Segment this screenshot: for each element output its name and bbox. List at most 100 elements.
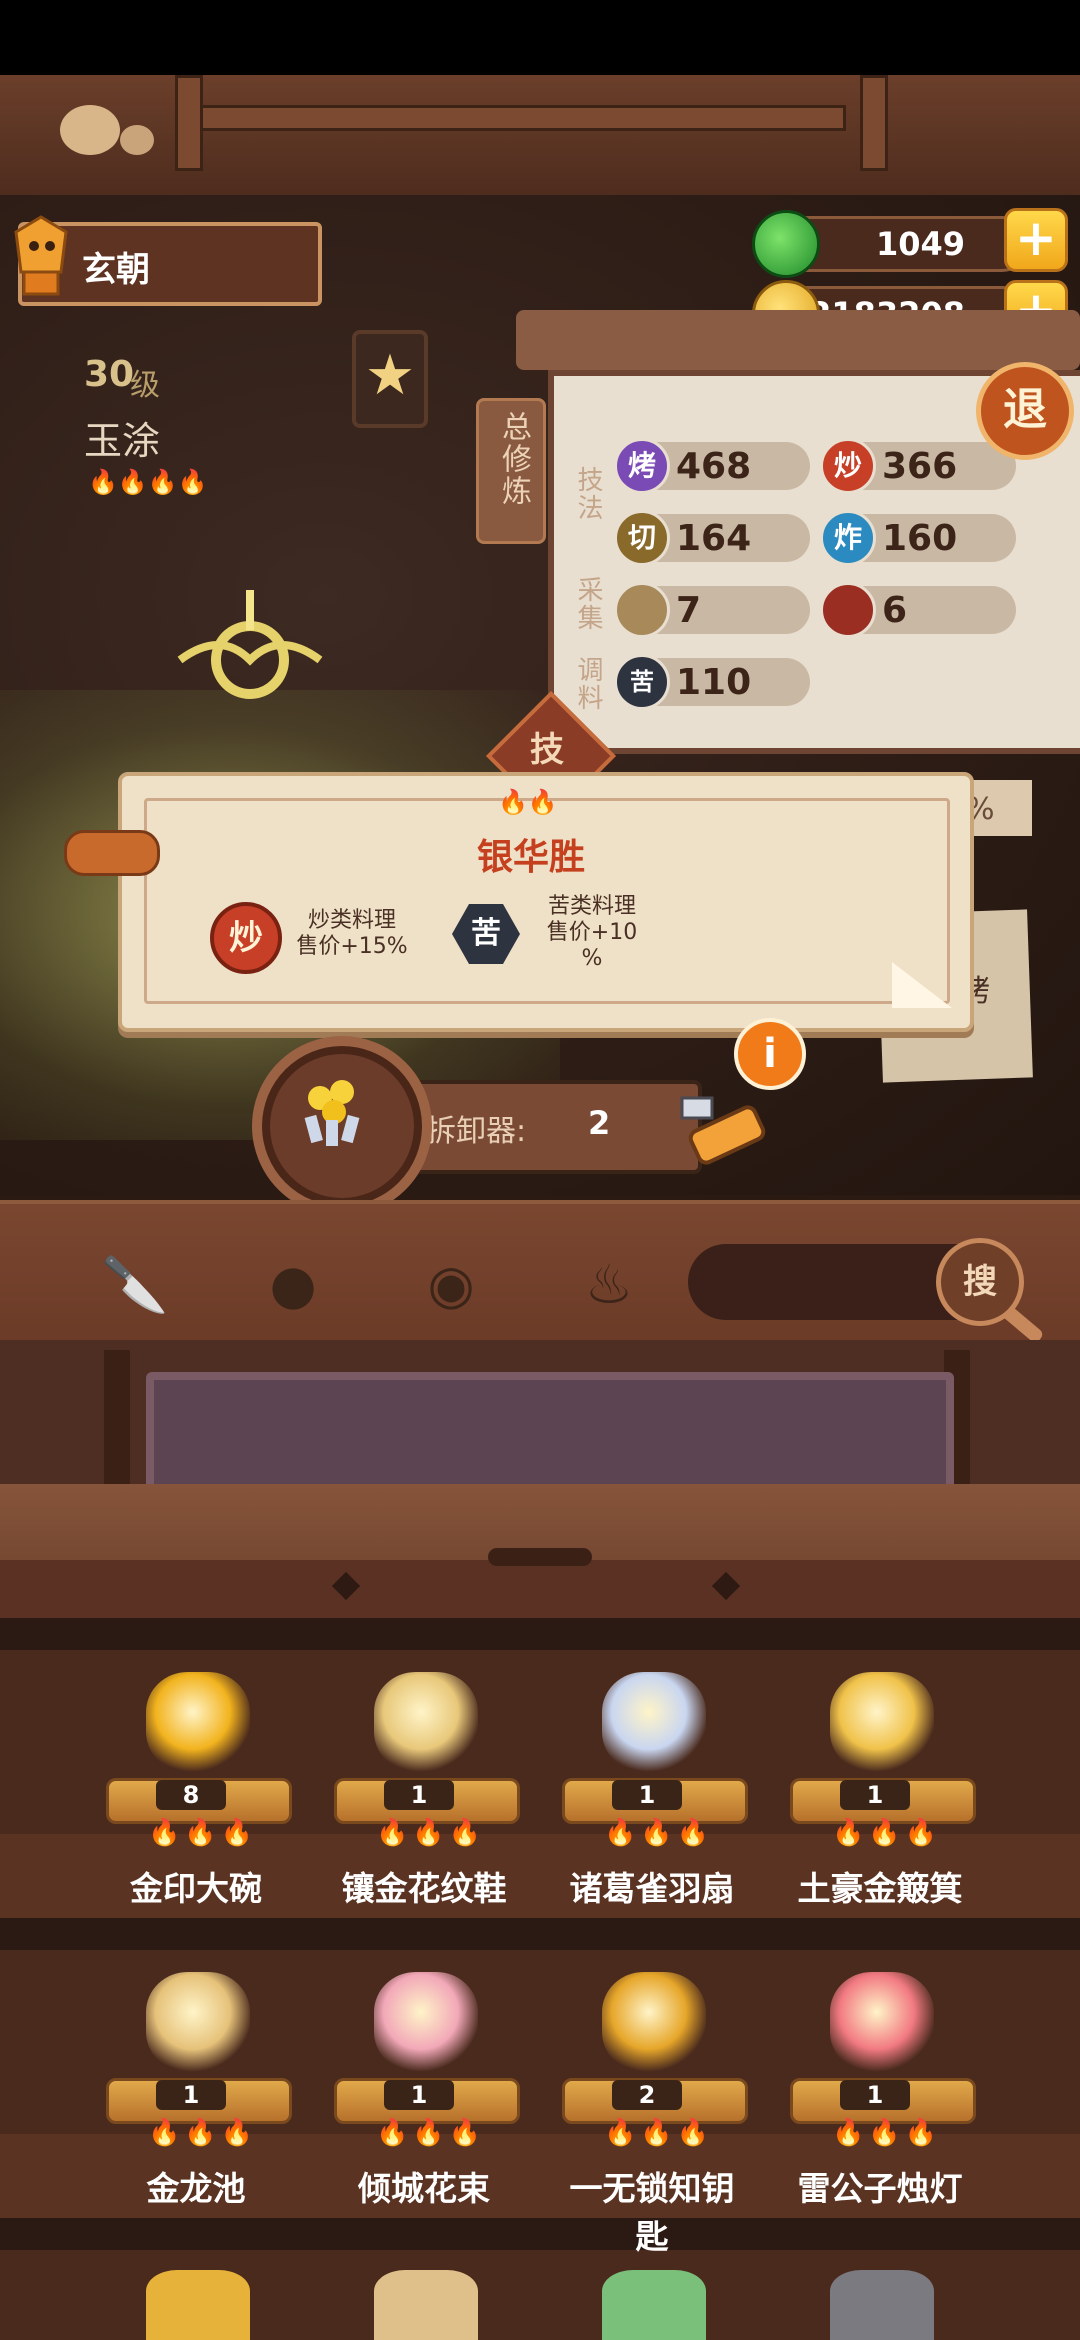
- stat-pill: 切 164: [614, 510, 810, 566]
- inventory-item[interactable]: 1 🔥🔥🔥 倾城花束: [326, 1972, 522, 2242]
- stat-pill: 6: [820, 582, 1016, 638]
- item-count: 1: [612, 1780, 682, 1810]
- stat-value: 160: [882, 518, 958, 559]
- add-jade-button[interactable]: +: [1004, 208, 1068, 272]
- item-flames: 🔥🔥🔥: [832, 1818, 942, 1848]
- remover-label: 拆卸器:: [426, 1114, 527, 1149]
- inventory-item[interactable]: 1 🔥🔥🔥 金龙池: [98, 1972, 294, 2242]
- status-bar: [0, 0, 1080, 75]
- player-name: 玄朝: [82, 250, 150, 290]
- knife-icon[interactable]: 🔪: [100, 1250, 170, 1320]
- item-name: 倾城花束: [358, 2169, 490, 2208]
- dumpling-icon[interactable]: ●: [258, 1250, 328, 1320]
- item-name: 一无锁知钥匙: [569, 2169, 735, 2256]
- player-avatar-icon[interactable]: [6, 212, 76, 302]
- stat-value: 468: [676, 446, 752, 487]
- info-button[interactable]: i: [734, 1018, 806, 1090]
- total-training-tab[interactable]: 总修炼: [476, 398, 546, 544]
- drag-handle[interactable]: [488, 1548, 592, 1566]
- item-name: 金印大碗: [130, 1869, 262, 1908]
- inventory-item[interactable]: 1 🔥🔥🔥 雷公子烛灯: [782, 1972, 978, 2242]
- total-training-label: 总修炼: [496, 411, 531, 507]
- remover-count: 2: [588, 1104, 611, 1142]
- stat-value: 164: [676, 518, 752, 559]
- stir-fry-icon: 炒: [210, 902, 282, 974]
- search-button[interactable]: 搜: [936, 1238, 1024, 1326]
- bonus-line: %: [581, 946, 603, 971]
- bitter-icon: 苦: [614, 654, 670, 710]
- beam: [200, 105, 846, 131]
- cut-icon: 切: [614, 510, 670, 566]
- gold-shoes-icon: [374, 1672, 478, 1772]
- item-count: 1: [156, 2080, 226, 2110]
- gold-dustpan-icon: [830, 1672, 934, 1772]
- pan-icon[interactable]: ◉: [416, 1250, 486, 1320]
- bonus-line: 苦类料理: [547, 894, 636, 919]
- inventory-item[interactable]: 1 🔥🔥🔥 诸葛雀羽扇: [554, 1672, 750, 1942]
- chef-level-number: 30: [84, 354, 135, 395]
- item-flames: 🔥🔥🔥: [148, 2118, 258, 2148]
- item-flames: 🔥🔥🔥: [376, 2118, 486, 2148]
- partial-item-icon[interactable]: [830, 2270, 934, 2340]
- partial-item-icon[interactable]: [602, 2270, 706, 2340]
- silver-flower-ornament-icon: [304, 1080, 360, 1146]
- item-name: 土豪金簸箕: [797, 1869, 963, 1908]
- shelf-ledge-lower: [0, 1560, 1080, 1618]
- deep-fry-icon: 炸: [820, 510, 876, 566]
- flame-icon[interactable]: ♨: [574, 1250, 644, 1320]
- pointing-hand-icon: [64, 830, 160, 876]
- stat-pill: 烤 468: [614, 438, 810, 494]
- partial-item-icon[interactable]: [374, 2270, 478, 2340]
- stat-value: 110: [676, 662, 752, 703]
- item-name: 金龙池: [146, 2169, 246, 2208]
- chef-name: 玉涂: [84, 419, 161, 463]
- item-flames: 🔥🔥🔥: [376, 1818, 486, 1848]
- inventory-item[interactable]: 8 🔥🔥🔥 金印大碗: [98, 1672, 294, 1942]
- exit-button[interactable]: 退: [976, 362, 1074, 460]
- item-name: 诸葛雀羽扇: [569, 1869, 735, 1908]
- bonus-line: 炒类料理: [307, 908, 396, 933]
- chef-level-unit: 级: [130, 368, 160, 403]
- inventory-item[interactable]: 2 🔥🔥🔥 一无锁知钥匙: [554, 1972, 750, 2256]
- bonus-line: 售价+15%: [296, 934, 408, 959]
- dragon-pond-icon: [146, 1972, 250, 2072]
- bonus-line: 售价+10: [546, 920, 638, 945]
- stir-fry-icon: 炒: [820, 438, 876, 494]
- item-flames: 🔥🔥🔥: [604, 1818, 714, 1848]
- stat-pill: 炒 366: [820, 438, 1016, 494]
- item-flames: 🔥🔥🔥: [148, 1818, 258, 1848]
- popup-flames: 🔥🔥: [498, 788, 558, 816]
- stat-pill: 炸 160: [820, 510, 1016, 566]
- meat-icon: [820, 582, 876, 638]
- seasoning-label: 调料: [573, 656, 603, 712]
- stats-panel-header: [516, 310, 1080, 370]
- item-count: 1: [840, 2080, 910, 2110]
- stat-value: 7: [676, 590, 702, 631]
- beam: [860, 75, 888, 171]
- item-flames: 🔥🔥🔥: [832, 2118, 942, 2148]
- bonus-text: 炒类料理 售价+15%: [292, 908, 412, 960]
- remover-tool-icon[interactable]: [672, 1078, 782, 1188]
- item-flames: 🔥🔥🔥: [604, 2118, 714, 2148]
- chick-icon: [120, 125, 154, 155]
- item-name: 镶金花纹鞋: [341, 1869, 507, 1908]
- popup-curl: [892, 962, 952, 1008]
- beam: [175, 75, 203, 171]
- item-count: 8: [156, 1780, 226, 1810]
- partial-item-icon[interactable]: [146, 2270, 250, 2340]
- stat-pill: 7: [614, 582, 810, 638]
- skill-tab-label: 技: [530, 730, 564, 770]
- chef-stars: 🔥🔥🔥🔥: [88, 468, 208, 496]
- inventory-item[interactable]: 1 🔥🔥🔥 土豪金簸箕: [782, 1672, 978, 1942]
- golden-bowl-icon: [146, 1672, 250, 1772]
- golden-crown-ornament-icon: [177, 590, 323, 699]
- inventory-item[interactable]: 1 🔥🔥🔥 镶金花纹鞋: [326, 1672, 522, 1942]
- feather-fan-icon: [602, 1672, 706, 1772]
- star-icon[interactable]: ★: [352, 330, 428, 428]
- ceiling-beams: [0, 75, 1080, 201]
- jade-value: 1049: [875, 225, 965, 263]
- stat-pill: 苦 110: [614, 654, 810, 710]
- bouquet-icon: [374, 1972, 478, 2072]
- stat-value: 366: [882, 446, 958, 487]
- roast-icon: 烤: [614, 438, 670, 494]
